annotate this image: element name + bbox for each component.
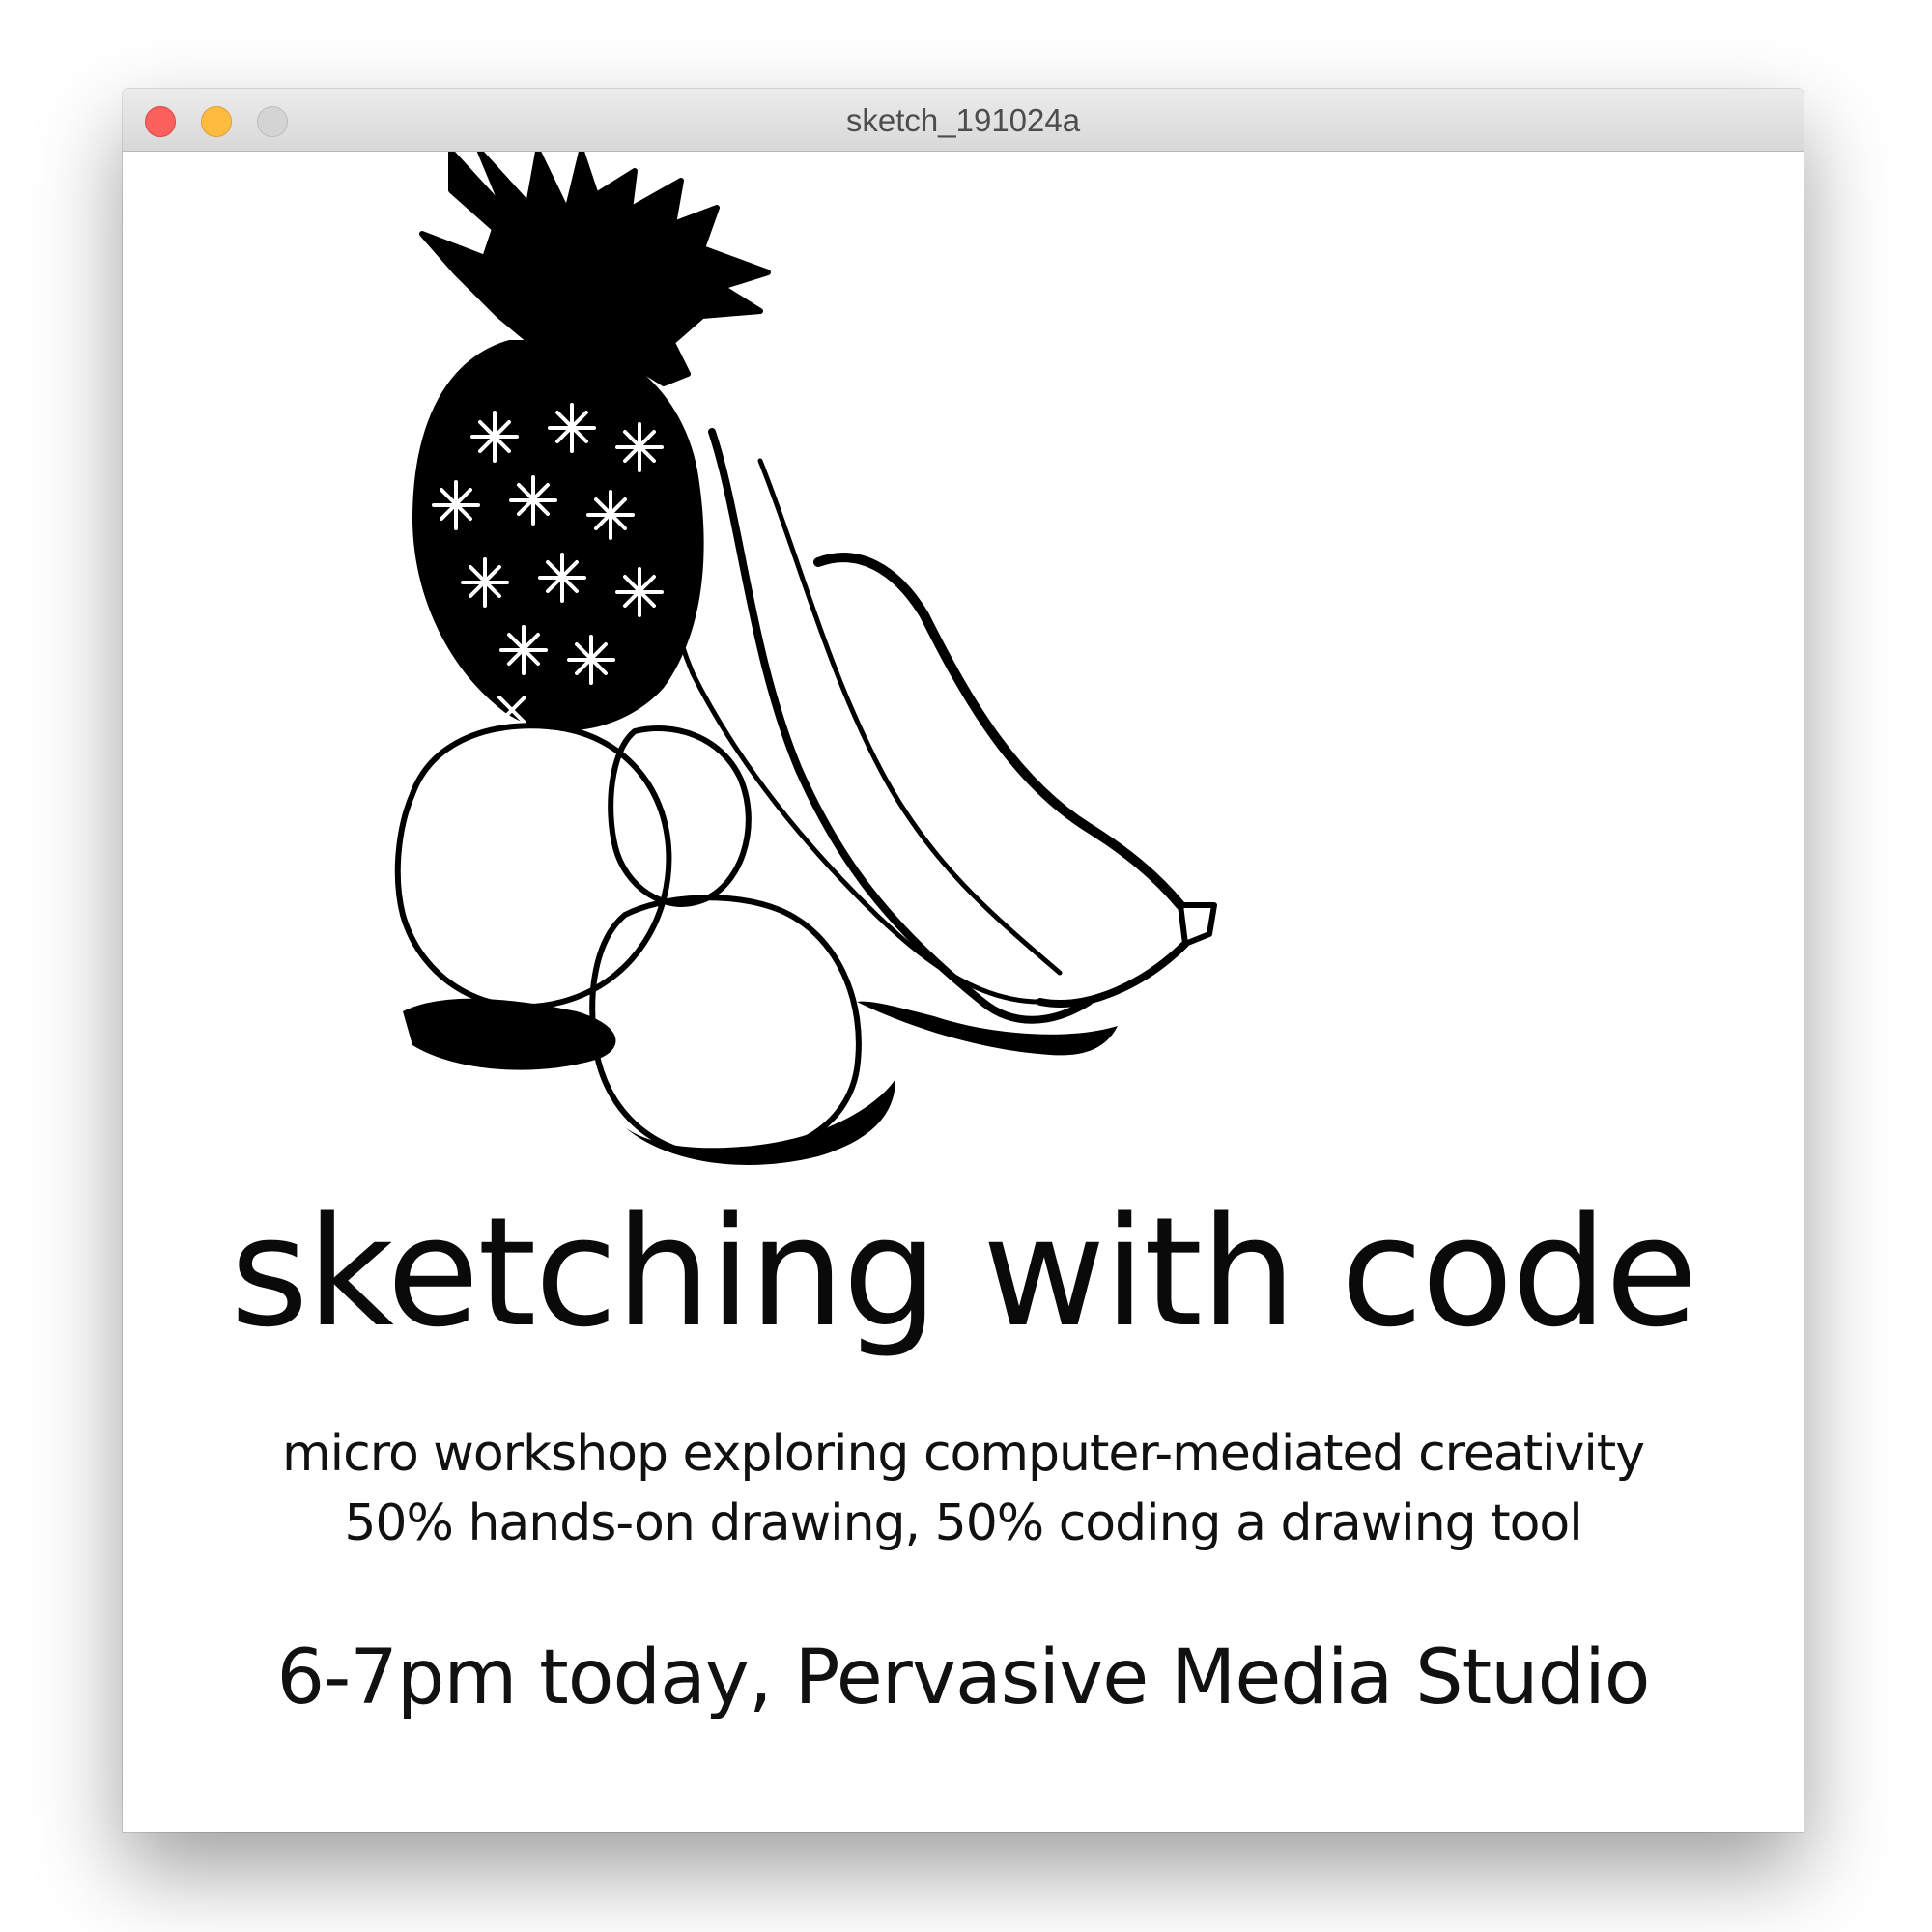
title-bar[interactable]: sketch_191024a <box>123 89 1804 152</box>
pineapple-body-icon <box>412 340 704 731</box>
subtitle-line-2: 50% hands-on drawing, 50% coding a drawi… <box>344 1494 1582 1552</box>
fruit-sketch-illustration <box>394 152 1217 1165</box>
window-title: sketch_191024a <box>845 102 1081 138</box>
app-window: sketch_191024a sketching with code micro… <box>123 89 1804 1832</box>
sketch-canvas[interactable]: sketching with code micro workshop explo… <box>123 152 1804 1832</box>
apple-icon <box>394 723 862 1160</box>
event-info: 6-7pm today, Pervasive Media Studio <box>276 1634 1650 1721</box>
subtitle-line-1: micro workshop exploring computer-mediat… <box>282 1425 1645 1483</box>
banana-icon <box>665 428 1217 1024</box>
shadow-shape <box>403 998 1118 1165</box>
headline: sketching with code <box>230 1184 1697 1360</box>
